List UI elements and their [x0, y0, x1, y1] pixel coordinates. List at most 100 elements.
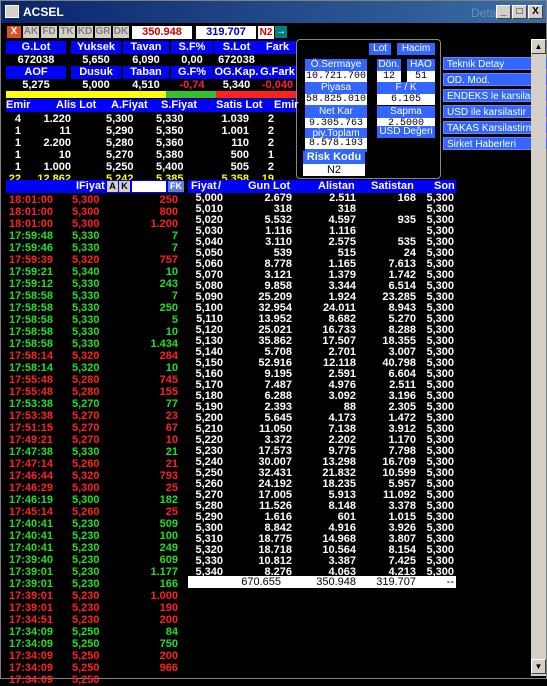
hacim-button[interactable]: Hacim — [397, 43, 435, 55]
trade-row[interactable]: 17:59:48 5,330 7 — [6, 230, 186, 242]
don-value: 12 — [377, 71, 401, 82]
filter-input[interactable] — [132, 181, 166, 192]
trade-row[interactable]: 17:49:21 5,270 10 — [6, 434, 186, 446]
trade-row[interactable]: 17:58:14 5,320 10 — [6, 362, 186, 374]
tab-tk[interactable]: TK — [59, 26, 75, 38]
trade-row[interactable]: 17:39:01 5,230 190 — [6, 602, 186, 614]
risk-value: N2 — [303, 164, 365, 176]
trade-row[interactable]: 17:47:14 5,260 21 — [6, 458, 186, 470]
trade-row[interactable]: 17:45:14 5,260 25 — [6, 506, 186, 518]
tab-ak[interactable]: AK — [23, 26, 39, 38]
lot-button[interactable]: Lot — [369, 43, 391, 55]
risk-label: Risk Kodu — [303, 151, 365, 164]
scroll-down-icon[interactable]: ▼ — [531, 659, 546, 674]
trade-lot: 793 — [159, 470, 178, 482]
trade-row[interactable]: 17:59:46 5,330 7 — [6, 242, 186, 254]
trade-row[interactable]: 17:53:38 5,270 77 — [6, 398, 186, 410]
trade-lot: 25 — [165, 482, 178, 494]
trade-row[interactable]: 17:46:29 5,300 25 — [6, 482, 186, 494]
trade-price: 5,260 — [72, 458, 100, 470]
trade-time: 17:45:14 — [9, 506, 54, 518]
trade-price: 5,330 — [72, 242, 100, 254]
trade-price: 5,330 — [72, 326, 100, 338]
depth-cell: 2 — [267, 125, 274, 137]
trade-row[interactable]: 17:55:48 5,280 155 — [6, 386, 186, 398]
trade-row[interactable]: 17:51:15 5,270 67 — [6, 422, 186, 434]
tab-kd[interactable]: KD — [77, 26, 93, 38]
depth-row: 1 10 5,270 5,380 500 1 — [6, 149, 296, 161]
trade-row[interactable]: 18:01:00 5,300 800 — [6, 206, 186, 218]
depth-cell: 1.000 — [43, 161, 71, 173]
trade-time: 18:01:00 — [9, 194, 54, 206]
trade-price: 5,230 — [72, 602, 100, 614]
trade-row[interactable]: 17:58:58 5,330 7 — [6, 290, 186, 302]
trade-price: 5,330 — [72, 314, 100, 326]
trade-price: 5,320 — [72, 470, 100, 482]
sum2-header-1: Dusuk — [71, 66, 121, 79]
trade-row[interactable]: 17:46:44 5,320 793 — [6, 470, 186, 482]
sum2-header-0: AOF — [6, 66, 66, 79]
trade-row[interactable]: 17:58:14 5,320 284 — [6, 350, 186, 362]
trade-row[interactable]: 17:40:41 5,230 100 — [6, 530, 186, 542]
trade-time: 17:39:01 — [9, 566, 54, 578]
trade-time: 17:39:01 — [9, 602, 54, 614]
k-button[interactable]: K — [119, 181, 130, 192]
sum1-header-2: Tavan — [123, 41, 169, 54]
trade-row[interactable]: 17:40:41 5,230 249 — [6, 542, 186, 554]
trade-row[interactable]: 17:59:39 5,320 757 — [6, 254, 186, 266]
trade-row[interactable]: 17:39:01 5,230 1.000 — [6, 590, 186, 602]
trade-row[interactable]: 17:34:09 5,250 966 — [6, 662, 186, 674]
close-panel-button[interactable]: X — [7, 26, 21, 38]
usd-label[interactable]: USD Değeri — [377, 126, 435, 138]
tab-fd[interactable]: FD — [41, 26, 57, 38]
tab-gr[interactable]: GR — [95, 26, 111, 38]
trade-row[interactable]: 17:34:51 5,230 200 — [6, 614, 186, 626]
depth-cell: 2.200 — [43, 137, 71, 149]
a-button[interactable]: A — [107, 181, 118, 192]
main-window: ACSEL Detay _ □ X X AK FD TK KD GR DK 35… — [0, 0, 547, 686]
trade-row[interactable]: 17:47:38 5,330 21 — [6, 446, 186, 458]
arrow-right-icon[interactable]: → — [275, 26, 287, 38]
trade-price: 5,300 — [72, 218, 100, 230]
trade-row[interactable]: 17:39:40 5,230 609 — [6, 554, 186, 566]
trade-row[interactable]: 18:01:00 5,300 250 — [6, 194, 186, 206]
osermaye-value: 10.721.700 — [305, 71, 367, 82]
trade-row[interactable]: 17:39:01 5,230 1.177 — [6, 566, 186, 578]
depth-cell: 1 — [267, 149, 274, 161]
trade-row[interactable]: 17:34:09 5,250 200 — [6, 650, 186, 662]
fk-button[interactable]: FK — [168, 181, 184, 192]
trade-time: 17:46:19 — [9, 494, 54, 506]
mid-bar — [166, 91, 216, 98]
trade-row[interactable]: 17:53:38 5,270 23 — [6, 410, 186, 422]
trade-row[interactable]: 17:58:58 5,330 5 — [6, 314, 186, 326]
trade-row[interactable]: 17:34:09 5,250 750 — [6, 638, 186, 650]
trade-row[interactable]: 18:01:00 5,300 1.200 — [6, 218, 186, 230]
risk-box: N2 — [258, 26, 274, 39]
trade-row[interactable]: 17:59:21 5,340 10 — [6, 266, 186, 278]
trade-row[interactable]: 17:34:09 5,250 — [6, 674, 186, 686]
tab-dk[interactable]: DK — [113, 26, 129, 38]
scroll-up-icon[interactable]: ▲ — [531, 39, 546, 54]
title-bar[interactable]: ACSEL Detay _ □ X — [1, 1, 546, 23]
trade-row[interactable]: 17:34:09 5,250 84 — [6, 626, 186, 638]
minimize-button[interactable]: _ — [496, 5, 511, 19]
trade-row[interactable]: 17:58:58 5,330 10 — [6, 326, 186, 338]
trade-row[interactable]: 17:46:19 5,300 182 — [6, 494, 186, 506]
trade-price: 5,330 — [72, 338, 100, 350]
maximize-button[interactable]: □ — [512, 5, 527, 19]
trade-lot: 250 — [159, 194, 178, 206]
trade-row[interactable]: 17:59:12 5,330 243 — [6, 278, 186, 290]
close-button[interactable]: X — [528, 5, 543, 19]
ifiyat-label: IFiyat — [76, 180, 105, 192]
vertical-scrollbar[interactable]: ▲ ▼ — [531, 39, 546, 676]
trade-price: 5,280 — [72, 386, 100, 398]
trade-lot: 243 — [159, 278, 178, 290]
trade-row[interactable]: 17:40:41 5,230 509 — [6, 518, 186, 530]
depth-cell: 1 — [14, 149, 21, 161]
depth-cell: 5,300 — [106, 113, 134, 125]
trade-row[interactable]: 17:39:01 5,230 166 — [6, 578, 186, 590]
trade-row[interactable]: 17:55:48 5,280 745 — [6, 374, 186, 386]
trade-row[interactable]: 17:58:58 5,330 1.434 — [6, 338, 186, 350]
trade-row[interactable]: 17:58:58 5,330 250 — [6, 302, 186, 314]
trade-lot: 200 — [159, 614, 178, 626]
